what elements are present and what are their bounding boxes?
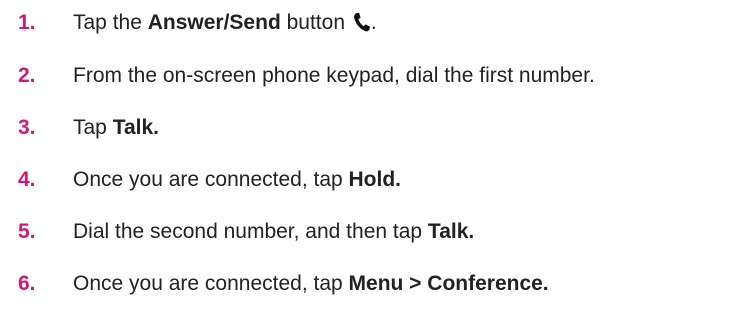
talk-label: Talk.: [112, 116, 159, 139]
step-text: From the on-screen phone keypad, dial th…: [73, 64, 595, 87]
step-text: Once you are connected, tap Hold.: [73, 168, 402, 191]
step-number: 3.: [18, 116, 36, 139]
step-text: Tap the Answer/Send button .: [73, 11, 377, 34]
step-number: 4.: [18, 168, 36, 191]
step-number: 6.: [18, 272, 36, 295]
step-text: Dial the second number, and then tap Tal…: [73, 220, 475, 243]
step-number: 1.: [18, 11, 36, 34]
instruction-steps: 1. Tap the Answer/Send button . 2. From …: [0, 0, 738, 320]
step-text: Tap Talk.: [73, 116, 159, 139]
hold-label: Hold.: [348, 168, 402, 191]
step-text: Once you are connected, tap Menu > Confe…: [73, 272, 549, 295]
step-number: 2.: [18, 64, 36, 87]
talk-label: Talk.: [427, 220, 475, 243]
answer-send-label: Answer/Send: [147, 11, 281, 34]
phone-handset-icon: [353, 11, 371, 32]
menu-conference-label: Menu > Conference.: [348, 272, 549, 295]
step-number: 5.: [18, 220, 36, 243]
